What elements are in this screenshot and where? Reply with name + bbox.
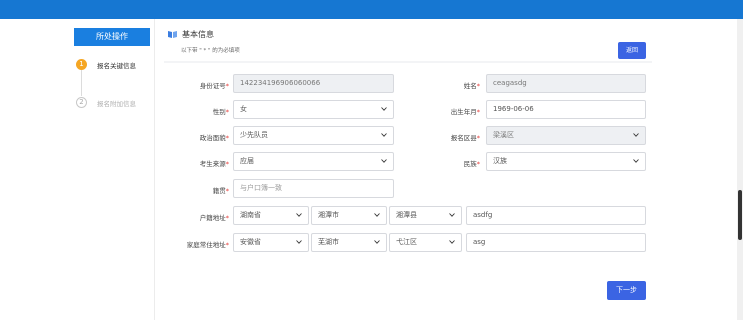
chevron-down-icon bbox=[296, 239, 302, 245]
scrollbar-track[interactable] bbox=[737, 19, 743, 320]
gender-label: 性别* bbox=[212, 108, 229, 116]
political-value: 少先队员 bbox=[240, 131, 268, 139]
name-field[interactable]: ceagasdg bbox=[486, 74, 646, 93]
id-number-field[interactable]: 142234196906060066 bbox=[233, 74, 394, 93]
political-select[interactable]: 少先队员 bbox=[233, 126, 394, 145]
district-value: 梁溪区 bbox=[493, 131, 514, 139]
gender-value: 女 bbox=[240, 105, 247, 113]
next-step-button[interactable]: 下一步 bbox=[607, 281, 646, 300]
scrollbar-thumb[interactable] bbox=[738, 190, 742, 240]
book-icon bbox=[168, 31, 177, 38]
chevron-down-icon bbox=[374, 239, 380, 245]
hukou-province-select[interactable]: 湖南省 bbox=[233, 206, 309, 225]
chevron-down-icon bbox=[633, 132, 639, 138]
hukou-county-value: 湘潭县 bbox=[396, 211, 417, 219]
home-city-value: 芜湖市 bbox=[318, 238, 339, 246]
home-city-select[interactable]: 芜湖市 bbox=[311, 233, 387, 252]
origin-input[interactable]: 与户口簿一致 bbox=[233, 179, 394, 198]
home-province-select[interactable]: 安徽省 bbox=[233, 233, 309, 252]
district-label: 报名区县* bbox=[450, 134, 480, 142]
hukou-city-select[interactable]: 湘潭市 bbox=[311, 206, 387, 225]
chevron-down-icon bbox=[449, 212, 455, 218]
required-hint: 以下带 " * " 的为必填项 bbox=[181, 48, 240, 54]
hukou-city-value: 湘潭市 bbox=[318, 211, 339, 219]
home-detail-input[interactable]: asg bbox=[466, 233, 646, 252]
political-label: 政治面貌* bbox=[199, 134, 229, 142]
gender-select[interactable]: 女 bbox=[233, 100, 394, 119]
id-number-label: 身份证号* bbox=[199, 82, 229, 90]
sidebar: 所处操作 1 报名关键信息 2 报名附加信息 bbox=[66, 19, 155, 320]
ethnic-value: 汉族 bbox=[493, 157, 507, 165]
home-address-label: 家庭常住地址* bbox=[186, 241, 229, 249]
hukou-detail-input[interactable]: asdfg bbox=[466, 206, 646, 225]
section-title: 基本信息 bbox=[167, 29, 214, 40]
section-header bbox=[164, 19, 652, 61]
home-county-value: 弋江区 bbox=[396, 238, 417, 246]
back-button[interactable]: 返回 bbox=[618, 42, 646, 59]
birth-label: 出生年月* bbox=[450, 108, 480, 116]
section-title-text: 基本信息 bbox=[182, 30, 214, 39]
district-select[interactable]: 梁溪区 bbox=[486, 126, 646, 145]
name-label: 姓名* bbox=[463, 82, 480, 90]
home-county-select[interactable]: 弋江区 bbox=[389, 233, 462, 252]
step-label: 报名附加信息 bbox=[97, 99, 136, 108]
step-1[interactable]: 1 报名关键信息 bbox=[76, 59, 136, 70]
ethnic-select[interactable]: 汉族 bbox=[486, 152, 646, 171]
step-2[interactable]: 2 报名附加信息 bbox=[76, 97, 136, 108]
chevron-down-icon bbox=[449, 239, 455, 245]
origin-label: 籍贯* bbox=[212, 187, 229, 195]
chevron-down-icon bbox=[381, 106, 387, 112]
step-label: 报名关键信息 bbox=[97, 61, 136, 70]
hukou-county-select[interactable]: 湘潭县 bbox=[389, 206, 462, 225]
ethnic-label: 民族* bbox=[463, 160, 480, 168]
birth-field[interactable]: 1969-06-06 bbox=[486, 100, 646, 119]
sidebar-title: 所处操作 bbox=[74, 28, 150, 46]
top-header-bar bbox=[0, 0, 743, 19]
chevron-down-icon bbox=[381, 158, 387, 164]
chevron-down-icon bbox=[381, 132, 387, 138]
hukou-province-value: 湖南省 bbox=[240, 211, 261, 219]
chevron-down-icon bbox=[633, 158, 639, 164]
source-value: 应届 bbox=[240, 157, 254, 165]
step-connector bbox=[81, 70, 82, 96]
source-label: 考生来源* bbox=[199, 160, 229, 168]
chevron-down-icon bbox=[296, 212, 302, 218]
home-province-value: 安徽省 bbox=[240, 238, 261, 246]
source-select[interactable]: 应届 bbox=[233, 152, 394, 171]
chevron-down-icon bbox=[374, 212, 380, 218]
hukou-label: 户籍地址* bbox=[199, 214, 229, 222]
